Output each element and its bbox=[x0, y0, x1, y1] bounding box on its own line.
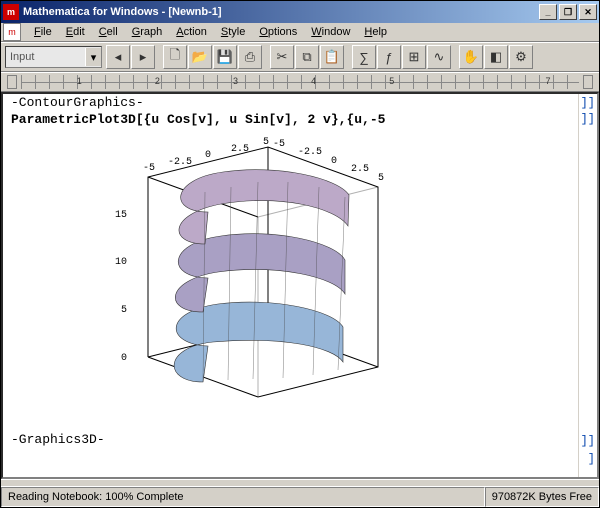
menu-edit[interactable]: Edit bbox=[59, 25, 92, 39]
nav-next-button[interactable]: ▸ bbox=[131, 45, 155, 69]
matrix-button[interactable]: ⊞ bbox=[402, 45, 426, 69]
menu-help[interactable]: Help bbox=[357, 25, 394, 39]
menu-cell[interactable]: Cell bbox=[92, 25, 125, 39]
output-tag-contour: -ContourGraphics- bbox=[3, 94, 597, 111]
window-title: Mathematica for Windows - [Newnb-1] bbox=[23, 6, 539, 18]
chevron-down-icon: ▾ bbox=[85, 48, 101, 66]
svg-text:0: 0 bbox=[121, 353, 127, 364]
print-button[interactable]: ⎙ bbox=[238, 45, 262, 69]
status-right: 970872K Bytes Free bbox=[485, 487, 599, 507]
menu-file[interactable]: File bbox=[27, 25, 59, 39]
eval-button[interactable]: ∑ bbox=[352, 45, 376, 69]
menubar: m File Edit Cell Graph Action Style Opti… bbox=[1, 23, 599, 42]
svg-text:0: 0 bbox=[331, 156, 337, 167]
svg-text:5: 5 bbox=[378, 173, 384, 184]
app-window: m Mathematica for Windows - [Newnb-1] _ … bbox=[0, 0, 600, 508]
paste-button[interactable]: 📋 bbox=[320, 45, 344, 69]
open-button[interactable]: 📂 bbox=[188, 45, 212, 69]
app-icon: m bbox=[3, 4, 19, 20]
new-button[interactable]: 🗋 bbox=[163, 45, 187, 69]
svg-text:-2.5: -2.5 bbox=[168, 157, 192, 168]
plot3d-output: 0 5 10 15 -5 -2.5 0 2.5 5 -5 -2.5 0 2.5 … bbox=[53, 132, 413, 427]
close-button[interactable]: ✕ bbox=[579, 4, 597, 20]
titlebar[interactable]: m Mathematica for Windows - [Newnb-1] _ … bbox=[1, 1, 599, 23]
cut-button[interactable]: ✂ bbox=[270, 45, 294, 69]
statusbar: Reading Notebook: 100% Complete 970872K … bbox=[1, 486, 599, 507]
plot-button[interactable]: ∿ bbox=[427, 45, 451, 69]
right-margin-marker[interactable] bbox=[583, 75, 593, 89]
function-button[interactable]: ƒ bbox=[377, 45, 401, 69]
svg-text:15: 15 bbox=[115, 210, 127, 221]
minimize-button[interactable]: _ bbox=[539, 4, 557, 20]
menu-window[interactable]: Window bbox=[304, 25, 357, 39]
svg-text:-5: -5 bbox=[143, 163, 155, 174]
svg-text:-2.5: -2.5 bbox=[298, 147, 322, 158]
cell-bracket-column[interactable]: ]] ]] ]] ] bbox=[578, 94, 597, 477]
menu-style[interactable]: Style bbox=[214, 25, 252, 39]
svg-text:5: 5 bbox=[121, 305, 127, 316]
svg-text:0: 0 bbox=[205, 150, 211, 161]
menu-options[interactable]: Options bbox=[252, 25, 304, 39]
menu-action[interactable]: Action bbox=[169, 25, 214, 39]
graphics-button[interactable]: ◧ bbox=[484, 45, 508, 69]
input-cell-code[interactable]: ParametricPlot3D[{u Cos[v], u Sin[v], 2 … bbox=[3, 111, 597, 128]
ruler[interactable]: 1 2 3 4 5 7 bbox=[1, 72, 599, 92]
style-select[interactable]: Input ▾ bbox=[5, 46, 102, 68]
system-menu-icon[interactable]: m bbox=[3, 23, 21, 41]
toolbar: Input ▾ ◂ ▸ 🗋 📂 💾 ⎙ ✂ ⧉ 📋 ∑ ƒ ⊞ ∿ ✋ ◧ ⚙ bbox=[1, 42, 599, 72]
notebook-area[interactable]: -ContourGraphics- ParametricPlot3D[{u Co… bbox=[1, 92, 599, 479]
save-button[interactable]: 💾 bbox=[213, 45, 237, 69]
restore-button[interactable]: ❐ bbox=[559, 4, 577, 20]
palette-button[interactable]: ✋ bbox=[459, 45, 483, 69]
output-tag-graphics3d: -Graphics3D- bbox=[3, 431, 597, 448]
svg-text:-5: -5 bbox=[273, 139, 285, 150]
left-margin-marker[interactable] bbox=[7, 75, 17, 89]
svg-text:5: 5 bbox=[263, 137, 269, 148]
svg-text:2.5: 2.5 bbox=[351, 164, 369, 175]
splitter[interactable] bbox=[1, 479, 599, 486]
menu-graph[interactable]: Graph bbox=[125, 25, 170, 39]
nav-prev-button[interactable]: ◂ bbox=[106, 45, 130, 69]
settings-button[interactable]: ⚙ bbox=[509, 45, 533, 69]
status-left: Reading Notebook: 100% Complete bbox=[1, 487, 485, 507]
style-select-label: Input bbox=[6, 51, 85, 63]
svg-text:2.5: 2.5 bbox=[231, 144, 249, 155]
svg-text:10: 10 bbox=[115, 257, 127, 268]
copy-button[interactable]: ⧉ bbox=[295, 45, 319, 69]
